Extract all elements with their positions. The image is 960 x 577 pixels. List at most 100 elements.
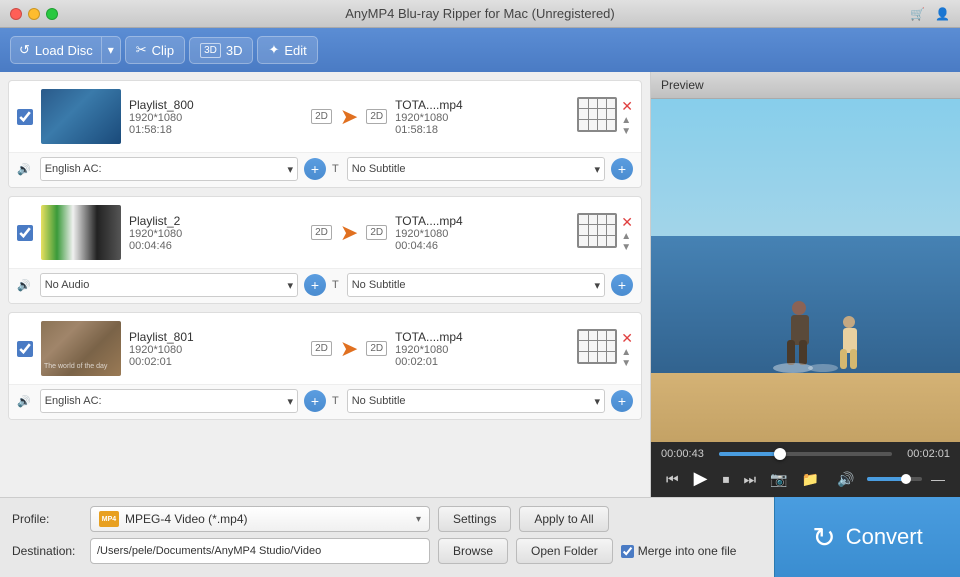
folder-button[interactable]: 📁 bbox=[797, 469, 824, 489]
play-button[interactable]: ▶ bbox=[688, 466, 714, 491]
load-disc-dropdown[interactable]: ▾ bbox=[101, 36, 121, 64]
item-thumbnail-1 bbox=[41, 89, 121, 144]
close-item-2[interactable]: ✕ bbox=[621, 215, 633, 229]
playlist-item-top-3: The world of the day Playlist_801 1920*1… bbox=[9, 313, 641, 384]
close-button[interactable] bbox=[10, 8, 22, 20]
time-total: 00:02:01 bbox=[900, 448, 950, 460]
merge-label: Merge into one file bbox=[638, 544, 737, 558]
item-res-3: 1920*1080 bbox=[129, 344, 303, 356]
item-checkbox-1[interactable] bbox=[17, 109, 33, 125]
window-controls[interactable] bbox=[10, 8, 58, 20]
cart-icon[interactable]: 🛒 bbox=[910, 7, 925, 21]
settings-icon-1[interactable] bbox=[577, 97, 617, 132]
merge-checkbox[interactable] bbox=[621, 545, 634, 558]
output-title-3: TOTA....mp4 bbox=[395, 330, 569, 344]
edit-button[interactable]: ✦ Edit bbox=[257, 36, 317, 64]
progress-bar-container: 00:00:43 00:02:01 bbox=[661, 448, 950, 460]
close-item-1[interactable]: ✕ bbox=[621, 99, 633, 113]
arrow-icon-3: ➤ bbox=[340, 336, 358, 362]
volume-icon[interactable]: 🔊 bbox=[832, 469, 859, 489]
time-current: 00:00:43 bbox=[661, 448, 711, 460]
item-info-2: Playlist_2 1920*1080 00:04:46 bbox=[129, 214, 303, 252]
convert-label: Convert bbox=[846, 524, 923, 550]
3d-icon: 3D bbox=[200, 43, 221, 58]
item-output-3: TOTA....mp4 1920*1080 00:02:01 bbox=[395, 330, 569, 368]
arrow-icon-2: ➤ bbox=[340, 220, 358, 246]
close-item-3[interactable]: ✕ bbox=[621, 331, 633, 345]
item-checkbox-2[interactable] bbox=[17, 225, 33, 241]
profile-format-icon: MP4 bbox=[99, 511, 119, 527]
window-title: AnyMP4 Blu-ray Ripper for Mac (Unregiste… bbox=[345, 6, 614, 21]
add-audio-btn-3[interactable]: + bbox=[304, 390, 326, 412]
settings-button[interactable]: Settings bbox=[438, 506, 511, 532]
preview-panel: Preview bbox=[650, 72, 960, 497]
scissors-icon: ✂ bbox=[136, 42, 147, 58]
output-title-2: TOTA....mp4 bbox=[395, 214, 569, 228]
subtitle-icon-1: T bbox=[332, 163, 339, 175]
volume-max-icon[interactable]: — bbox=[926, 469, 950, 489]
output-res-3: 1920*1080 bbox=[395, 344, 569, 356]
profile-row: Profile: MP4 MPEG-4 Video (*.mp4) ▾ Sett… bbox=[12, 506, 762, 532]
convert-icon: ↻ bbox=[812, 521, 835, 554]
subtitle-select-2[interactable]: No Subtitle ▾ bbox=[347, 273, 605, 297]
edit-icon: ✦ bbox=[268, 42, 279, 58]
open-folder-button[interactable]: Open Folder bbox=[516, 538, 613, 564]
user-icon[interactable]: 👤 bbox=[935, 7, 950, 21]
screenshot-button[interactable]: 📷 bbox=[765, 469, 792, 489]
output-format-badge-2: 2D bbox=[366, 225, 387, 240]
clip-button[interactable]: ✂ Clip bbox=[125, 36, 185, 64]
item-checkbox-3[interactable] bbox=[17, 341, 33, 357]
format-badge-3: 2D bbox=[311, 341, 332, 356]
output-duration-3: 00:02:01 bbox=[395, 356, 569, 368]
volume-bar[interactable] bbox=[867, 477, 922, 481]
audio-select-2[interactable]: No Audio ▾ bbox=[40, 273, 298, 297]
subtitle-select-1[interactable]: No Subtitle ▾ bbox=[347, 157, 605, 181]
preview-label: Preview bbox=[661, 78, 704, 92]
stop-button[interactable]: ⏹ bbox=[717, 469, 734, 489]
browse-button[interactable]: Browse bbox=[438, 538, 508, 564]
audio-select-1[interactable]: English AC: ▾ bbox=[40, 157, 298, 181]
item-info-3: Playlist_801 1920*1080 00:02:01 bbox=[129, 330, 303, 368]
add-subtitle-btn-1[interactable]: + bbox=[611, 158, 633, 180]
format-badge-1: 2D bbox=[311, 109, 332, 124]
3d-button[interactable]: 3D 3D bbox=[189, 37, 253, 64]
chevrons-3[interactable]: ▲ ▼ bbox=[621, 347, 633, 369]
titlebar-icons: 🛒 👤 bbox=[910, 7, 950, 21]
output-duration-2: 00:04:46 bbox=[395, 240, 569, 252]
add-subtitle-btn-2[interactable]: + bbox=[611, 274, 633, 296]
beach-sand bbox=[651, 373, 960, 442]
item-title-1: Playlist_800 bbox=[129, 98, 303, 112]
beach-scene bbox=[651, 99, 960, 442]
item-actions-1: ✕ ▲ ▼ bbox=[577, 97, 633, 137]
main-content: Playlist_800 1920*1080 01:58:18 2D ➤ 2D … bbox=[0, 72, 960, 497]
add-subtitle-btn-3[interactable]: + bbox=[611, 390, 633, 412]
skip-forward-button[interactable]: ⏭ bbox=[738, 469, 761, 489]
output-res-1: 1920*1080 bbox=[395, 112, 569, 124]
convert-section[interactable]: ↻ Convert bbox=[774, 497, 960, 577]
destination-input[interactable] bbox=[90, 538, 430, 564]
playlist-item-top-2: Playlist_2 1920*1080 00:04:46 2D ➤ 2D TO… bbox=[9, 197, 641, 268]
add-audio-btn-1[interactable]: + bbox=[304, 158, 326, 180]
progress-bar[interactable] bbox=[719, 452, 892, 456]
bottom-left: Profile: MP4 MPEG-4 Video (*.mp4) ▾ Sett… bbox=[0, 498, 774, 577]
item-thumbnail-3: The world of the day bbox=[41, 321, 121, 376]
item-duration-2: 00:04:46 bbox=[129, 240, 303, 252]
profile-select[interactable]: MP4 MPEG-4 Video (*.mp4) ▾ bbox=[90, 506, 430, 532]
chevrons-1[interactable]: ▲ ▼ bbox=[621, 115, 633, 137]
playlist-panel: Playlist_800 1920*1080 01:58:18 2D ➤ 2D … bbox=[0, 72, 650, 497]
apply-to-all-button[interactable]: Apply to All bbox=[519, 506, 608, 532]
skip-back-button[interactable]: ⏮ bbox=[661, 469, 684, 489]
minimize-button[interactable] bbox=[28, 8, 40, 20]
chevrons-2[interactable]: ▲ ▼ bbox=[621, 231, 633, 253]
load-disc-button[interactable]: ↺ Load Disc bbox=[10, 36, 101, 64]
toolbar: ↺ Load Disc ▾ ✂ Clip 3D 3D ✦ Edit bbox=[0, 28, 960, 72]
settings-icon-3[interactable] bbox=[577, 329, 617, 364]
settings-icon-2[interactable] bbox=[577, 213, 617, 248]
audio-select-3[interactable]: English AC: ▾ bbox=[40, 389, 298, 413]
subtitle-icon-2: T bbox=[332, 279, 339, 291]
subtitle-select-3[interactable]: No Subtitle ▾ bbox=[347, 389, 605, 413]
add-audio-btn-2[interactable]: + bbox=[304, 274, 326, 296]
preview-header: Preview bbox=[651, 72, 960, 99]
maximize-button[interactable] bbox=[46, 8, 58, 20]
playlist-item-bottom-3: 🔊 English AC: ▾ + T No Subtitle ▾ + bbox=[9, 384, 641, 419]
